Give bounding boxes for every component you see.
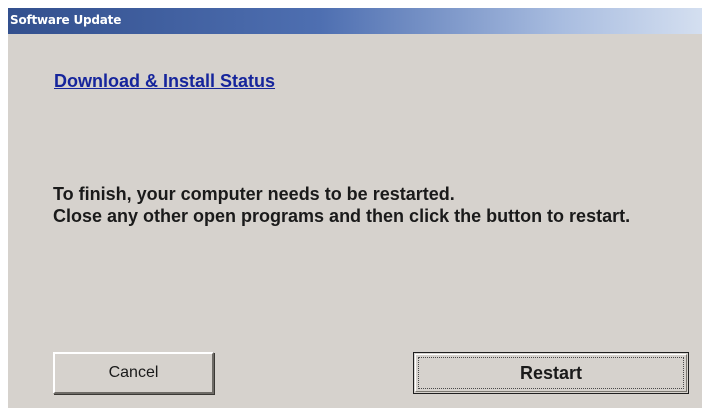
restart-button[interactable]: Restart: [413, 352, 689, 394]
title-bar[interactable]: Software Update: [8, 8, 702, 34]
cancel-button[interactable]: Cancel: [53, 352, 214, 394]
message-line-2: Close any other open programs and then c…: [53, 206, 631, 226]
cancel-button-label: Cancel: [108, 364, 159, 381]
download-install-status-link[interactable]: Download & Install Status: [54, 71, 275, 92]
restart-message: To finish, your computer needs to be res…: [53, 183, 673, 227]
restart-button-label: Restart: [519, 362, 583, 383]
software-update-window: Software Update Download & Install Statu…: [8, 8, 702, 408]
message-line-1: To finish, your computer needs to be res…: [53, 184, 455, 204]
window-title: Software Update: [10, 13, 122, 27]
